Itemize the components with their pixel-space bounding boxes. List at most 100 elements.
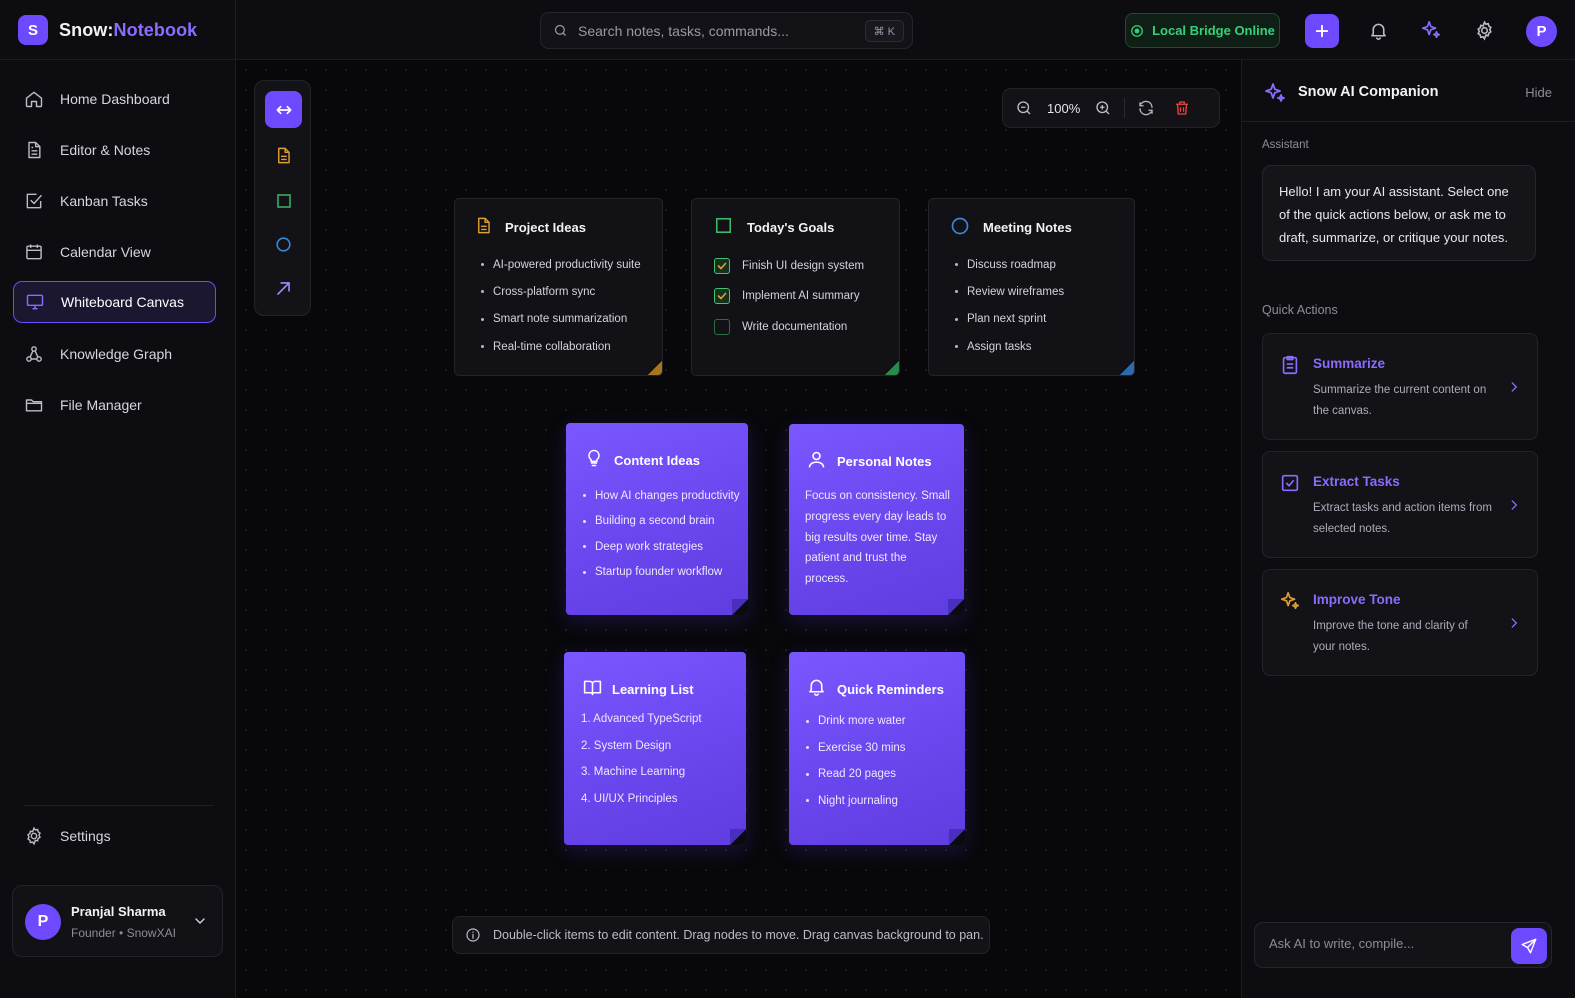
action-title: Extract Tasks (1313, 474, 1400, 489)
zoom-out-icon[interactable] (1015, 99, 1033, 117)
hide-panel-button[interactable]: Hide (1525, 85, 1552, 100)
clipboard-list-icon (1279, 354, 1301, 376)
list-item: Startup founder workflow (583, 560, 739, 586)
circle-tool-button[interactable] (265, 226, 302, 263)
chevron-down-icon[interactable] (192, 913, 208, 929)
ai-prompt-input[interactable] (1269, 936, 1499, 951)
calendar-icon (24, 242, 44, 262)
sidebar-item-label: Editor & Notes (60, 142, 151, 158)
list-item: Cross-platform sync (481, 278, 641, 305)
brand-logo: S (18, 15, 48, 45)
user-name: Pranjal Sharma (71, 904, 166, 919)
circle-icon (950, 216, 970, 236)
rectangle-tool-button[interactable] (265, 182, 302, 219)
whiteboard-canvas[interactable]: 100% Project Ideas AI-powered productivi… (236, 60, 1241, 998)
quick-reminders-card[interactable]: Quick Reminders Drink more water Exercis… (789, 652, 965, 845)
card-fold (730, 829, 746, 845)
list-item: Drink more water (806, 708, 906, 735)
lightbulb-icon (584, 448, 604, 468)
card-title: Personal Notes (837, 454, 932, 469)
ai-chat-composer[interactable] (1254, 922, 1552, 968)
sidebar-item-calendar-view[interactable]: Calendar View (13, 231, 216, 273)
list-item: Plan next sprint (955, 306, 1064, 333)
square-icon (275, 192, 293, 210)
pan-tool-button[interactable] (265, 91, 302, 128)
card-fold (732, 599, 748, 615)
search-bar[interactable]: ⌘ K (540, 12, 913, 49)
checklist-item[interactable]: Write documentation (714, 319, 847, 335)
brand[interactable]: S Snow:Notebook (0, 0, 236, 60)
gear-icon (24, 826, 44, 846)
new-item-button[interactable] (1305, 14, 1339, 48)
checkbox-unchecked[interactable] (714, 319, 730, 335)
todays-goals-card[interactable]: Today's Goals Finish UI design system Im… (691, 198, 900, 376)
notifications-button[interactable] (1365, 17, 1391, 43)
card-title: Meeting Notes (983, 220, 1072, 235)
sparkle-icon (1279, 590, 1301, 612)
list-item: Review wireframes (955, 278, 1064, 305)
document-icon (24, 140, 44, 160)
summarize-action-button[interactable]: Summarize Summarize the current content … (1262, 333, 1538, 440)
sidebar-item-settings[interactable]: Settings (13, 815, 216, 857)
learning-list-card[interactable]: Learning List 1. Advanced TypeScript 2. … (564, 652, 746, 845)
checkbox-checked[interactable] (714, 288, 730, 304)
ai-panel-header: Snow AI Companion Hide (1242, 60, 1575, 122)
checkbox-checked[interactable] (714, 258, 730, 274)
sidebar-item-label: Settings (60, 828, 111, 844)
personal-notes-card[interactable]: Personal Notes Focus on consistency. Sma… (789, 424, 964, 615)
send-button[interactable] (1511, 928, 1547, 964)
chevron-right-icon (1507, 380, 1521, 394)
document-icon (474, 216, 493, 235)
card-fold (949, 829, 965, 845)
content-ideas-card[interactable]: Content Ideas How AI changes productivit… (566, 423, 748, 615)
zoom-in-icon[interactable] (1094, 99, 1112, 117)
sidebar-item-file-manager[interactable]: File Manager (13, 384, 216, 426)
info-icon (465, 927, 481, 943)
sidebar-item-whiteboard-canvas[interactable]: Whiteboard Canvas (13, 281, 216, 323)
action-title: Summarize (1313, 356, 1386, 371)
online-status-icon (1130, 24, 1144, 38)
sidebar-item-label: File Manager (60, 397, 142, 413)
note-tool-button[interactable] (265, 137, 302, 174)
user-profile-card[interactable]: P Pranjal Sharma Founder • SnowXAI (12, 885, 223, 957)
checklist-label: Finish UI design system (742, 260, 865, 272)
checklist-label: Implement AI summary (742, 290, 860, 302)
avatar: P (25, 904, 61, 940)
extract-tasks-action-button[interactable]: Extract Tasks Extract tasks and action i… (1262, 451, 1538, 558)
arrow-tool-button[interactable] (265, 270, 302, 307)
trash-icon[interactable] (1173, 99, 1191, 117)
action-title: Improve Tone (1313, 592, 1401, 607)
card-fold (884, 360, 899, 375)
sidebar-item-home-dashboard[interactable]: Home Dashboard (13, 78, 216, 120)
meeting-notes-card[interactable]: Meeting Notes Discuss roadmap Review wir… (928, 198, 1135, 376)
search-shortcut: ⌘ K (864, 20, 904, 42)
checklist-item[interactable]: Finish UI design system (714, 258, 864, 274)
list-item: Smart note summarization (481, 306, 641, 333)
ai-sparkle-button[interactable] (1418, 17, 1444, 43)
refresh-icon[interactable] (1137, 99, 1155, 117)
card-list: 1. Advanced TypeScript 2. System Design … (581, 706, 702, 812)
card-title: Quick Reminders (837, 682, 944, 697)
sidebar-item-label: Home Dashboard (60, 91, 170, 107)
top-bar: S Snow:Notebook ⌘ K Local Bridge Online (0, 0, 1575, 60)
sidebar-item-label: Calendar View (60, 244, 151, 260)
project-ideas-card[interactable]: Project Ideas AI-powered productivity su… (454, 198, 663, 376)
sparkle-icon (1263, 81, 1287, 105)
list-item: Assign tasks (955, 333, 1064, 360)
sidebar-item-editor-notes[interactable]: Editor & Notes (13, 129, 216, 171)
bridge-status-badge[interactable]: Local Bridge Online (1125, 13, 1280, 48)
canvas-hint-bar: Double-click items to edit content. Drag… (452, 916, 990, 954)
list-item: Real-time collaboration (481, 333, 641, 360)
search-input[interactable] (578, 22, 848, 39)
book-icon (582, 677, 603, 698)
folder-icon (24, 395, 44, 415)
square-icon (714, 216, 733, 235)
sidebar-item-kanban-tasks[interactable]: Kanban Tasks (13, 180, 216, 222)
improve-tone-action-button[interactable]: Improve Tone Improve the tone and clarit… (1262, 569, 1538, 676)
settings-button[interactable] (1471, 17, 1497, 43)
sidebar-item-knowledge-graph[interactable]: Knowledge Graph (13, 333, 216, 375)
ai-companion-panel: Snow AI Companion Hide Assistant Hello! … (1241, 60, 1575, 998)
action-description: Extract tasks and action items from sele… (1313, 502, 1492, 535)
user-avatar[interactable]: P (1526, 16, 1557, 47)
checklist-item[interactable]: Implement AI summary (714, 288, 860, 304)
